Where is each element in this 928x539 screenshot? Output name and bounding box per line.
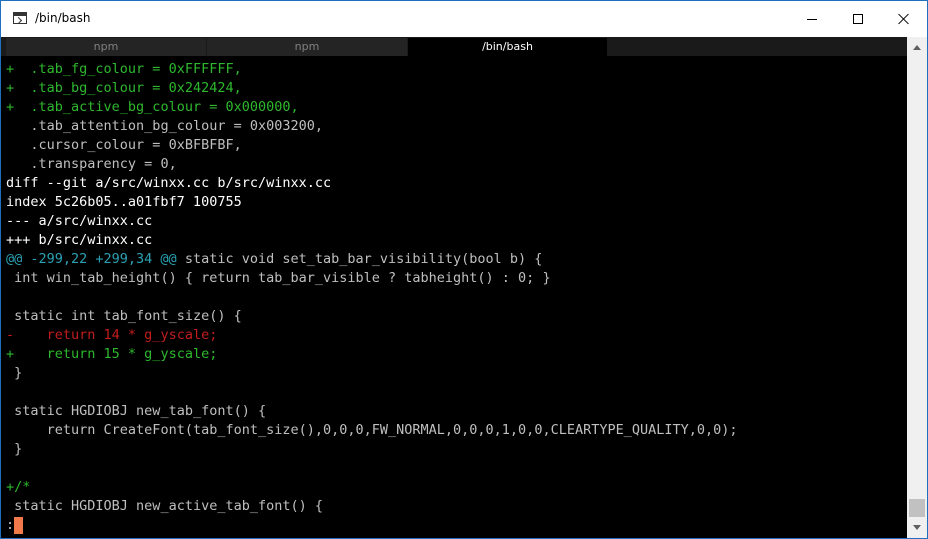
vertical-scrollbar[interactable] [907,37,927,538]
line-text: .tab_attention_bg_colour = 0x003200, [14,118,323,134]
tab-npm-2[interactable]: npm [207,38,407,56]
terminal-line [6,288,14,307]
line-text: } [14,365,23,381]
prompt-text: : [6,517,15,533]
line-text: int win_tab_height() { return tab_bar_vi… [14,270,551,286]
terminal-line: +/* [6,478,30,497]
terminal-line: static int tab_font_size() { [6,307,242,326]
close-button[interactable] [881,1,927,37]
diff-prefix [6,384,14,400]
terminal-line: } [6,364,22,383]
terminal-line: .tab_attention_bg_colour = 0x003200, [6,117,323,136]
maximize-icon [853,14,863,24]
terminal-line: .cursor_colour = 0xBFBFBF, [6,136,242,155]
diff-prefix: + [6,479,15,495]
line-text: return CreateFont(tab_font_size(),0,0,0,… [14,422,738,438]
terminal-line: + .tab_bg_colour = 0x242424, [6,79,242,98]
terminal-window: /bin/bash npm npm /bin/bash + .tab_fg_co… [0,0,928,539]
window-title: /bin/bash [35,11,91,25]
line-text: static int tab_font_size() { [14,308,242,324]
line-text: return 14 * g_yscale; [14,327,218,343]
diff-prefix [6,403,14,419]
terminal-line: + .tab_fg_colour = 0xFFFFFF, [6,60,242,79]
minimize-icon [807,18,817,20]
chevron-up-icon [913,45,921,50]
chevron-down-icon [913,525,921,530]
title-bar[interactable]: /bin/bash [1,1,927,37]
diff-prefix: + [6,99,15,115]
minimize-button[interactable] [789,1,835,37]
pager-prompt[interactable]: : [6,516,24,535]
terminal-line: int win_tab_height() { return tab_bar_vi… [6,269,551,288]
diff-prefix [6,270,14,286]
terminal-line: + return 15 * g_yscale; [6,345,217,364]
terminal-line: +++ b/src/winxx.cc [6,231,152,250]
diff-prefix: + [6,61,15,77]
line-text: --- a/src/winxx.cc [6,213,153,229]
diff-prefix [6,460,14,476]
line-text: index 5c26b05..a01fbf7 100755 [6,194,242,210]
diff-prefix [6,118,14,134]
line-text: static void set_tab_bar_visibility(bool … [176,251,543,267]
diff-prefix [6,289,14,305]
hunk-header: @@ -299,22 +299,34 @@ [6,251,177,267]
terminal-line [6,383,14,402]
line-text: .tab_fg_colour = 0xFFFFFF, [14,61,242,77]
tab-bin-bash-active[interactable]: /bin/bash [408,38,607,56]
line-text: .cursor_colour = 0xBFBFBF, [14,137,242,153]
terminal-line: --- a/src/winxx.cc [6,212,152,231]
terminal-line: @@ -299,22 +299,34 @@ static void set_ta… [6,250,542,269]
line-text: .tab_active_bg_colour = 0x000000, [14,99,299,115]
text-cursor [14,517,24,534]
terminal-line [6,459,14,478]
diff-prefix: - [6,327,15,343]
line-text: +++ b/src/winxx.cc [6,232,153,248]
line-text: .transparency = 0, [14,156,177,172]
line-text: diff --git a/src/winxx.cc b/src/winxx.cc [6,175,332,191]
diff-prefix [6,308,14,324]
diff-prefix [6,441,14,457]
close-icon [898,13,910,25]
terminal-output[interactable]: + .tab_fg_colour = 0xFFFFFF, + .tab_bg_co… [6,56,907,537]
line-text: static HGDIOBJ new_active_tab_font() { [14,498,323,514]
terminal-line: return CreateFont(tab_font_size(),0,0,0,… [6,421,738,440]
maximize-button[interactable] [835,1,881,37]
scroll-up-button[interactable] [907,39,927,56]
diff-prefix [6,156,14,172]
terminal-line: diff --git a/src/winxx.cc b/src/winxx.cc [6,174,331,193]
terminal-line: + .tab_active_bg_colour = 0x000000, [6,98,299,117]
scroll-down-button[interactable] [907,519,927,536]
diff-prefix [6,422,14,438]
line-text: } [14,441,23,457]
line-text: .tab_bg_colour = 0x242424, [14,80,242,96]
terminal-app-icon [13,12,27,24]
line-text: static HGDIOBJ new_tab_font() { [14,403,267,419]
terminal-line: static HGDIOBJ new_active_tab_font() { [6,497,323,516]
diff-prefix: + [6,346,15,362]
line-text: return 15 * g_yscale; [14,346,218,362]
terminal-line: } [6,440,22,459]
diff-prefix [6,365,14,381]
diff-prefix: + [6,80,15,96]
scrollbar-thumb[interactable] [909,499,925,517]
tab-npm-1[interactable]: npm [6,38,206,56]
terminal-line: index 5c26b05..a01fbf7 100755 [6,193,242,212]
tab-bar: npm npm /bin/bash [1,37,907,56]
diff-prefix [6,137,14,153]
terminal-line: - return 14 * g_yscale; [6,326,217,345]
diff-prefix [6,498,14,514]
terminal-line: static HGDIOBJ new_tab_font() { [6,402,266,421]
line-text: /* [14,479,31,495]
terminal-line: .transparency = 0, [6,155,177,174]
